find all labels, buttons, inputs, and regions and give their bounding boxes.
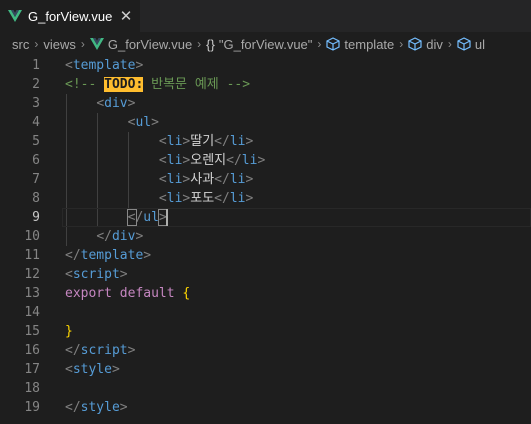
code-text: <style> bbox=[65, 362, 120, 377]
code-text: export default { bbox=[65, 286, 191, 301]
code-line: 16 </script> bbox=[0, 341, 531, 360]
code-line: 17 <style> bbox=[0, 360, 531, 379]
code-text: <!-- TODO: 반복문 예제 --> bbox=[65, 77, 251, 92]
line-number: 7 bbox=[32, 172, 40, 187]
tab-bar: G_forView.vue ✕ bbox=[0, 0, 531, 32]
line-number: 9 bbox=[32, 210, 40, 225]
line-number: 18 bbox=[24, 381, 40, 396]
chevron-right-icon: › bbox=[197, 37, 202, 51]
breadcrumb: src › views › G_forView.vue › {} "G_forV… bbox=[0, 32, 531, 56]
code-line: 14 bbox=[0, 303, 531, 322]
code-text: <script> bbox=[65, 267, 128, 282]
chevron-right-icon: › bbox=[317, 37, 322, 51]
code-line: 15 } bbox=[0, 322, 531, 341]
cube-icon bbox=[326, 37, 341, 51]
braces-icon: {} bbox=[206, 36, 215, 52]
code-line-current: 9 </ul> bbox=[0, 208, 531, 227]
close-icon[interactable]: ✕ bbox=[117, 7, 135, 25]
breadcrumb-template[interactable]: template bbox=[326, 37, 394, 52]
code-line: 1 <template> bbox=[0, 56, 531, 75]
chevron-right-icon: › bbox=[399, 37, 404, 51]
code-line: 5 <li>딸기</li> bbox=[0, 132, 531, 151]
code-text: </template> bbox=[65, 248, 152, 263]
chevron-right-icon: › bbox=[80, 37, 85, 51]
code-editor[interactable]: 1 <template> 2 <!-- TODO: 반복문 예제 --> 3 <… bbox=[0, 56, 531, 424]
line-number: 1 bbox=[32, 58, 40, 73]
code-text: <div> bbox=[96, 96, 136, 111]
breadcrumb-div[interactable]: div bbox=[408, 37, 443, 52]
chevron-right-icon: › bbox=[34, 37, 39, 51]
breadcrumb-views[interactable]: views bbox=[43, 37, 76, 52]
code-text: </ul> bbox=[127, 210, 167, 225]
code-text: <li>포도</li> bbox=[158, 191, 254, 206]
breadcrumb-module[interactable]: {} "G_forView.vue" bbox=[206, 37, 312, 52]
breadcrumb-file[interactable]: G_forView.vue bbox=[89, 36, 193, 52]
code-line: 13 export default { bbox=[0, 284, 531, 303]
line-number: 5 bbox=[32, 134, 40, 149]
text-cursor bbox=[166, 209, 168, 226]
line-number: 8 bbox=[32, 191, 40, 206]
code-text: <li>오렌지</li> bbox=[158, 153, 266, 168]
line-number: 3 bbox=[32, 96, 40, 111]
line-number: 11 bbox=[24, 248, 40, 263]
code-line: 6 <li>오렌지</li> bbox=[0, 151, 531, 170]
breadcrumb-module-label: "G_forView.vue" bbox=[218, 36, 313, 52]
line-number: 12 bbox=[24, 267, 40, 282]
cube-icon bbox=[408, 37, 422, 51]
line-number: 2 bbox=[32, 77, 40, 92]
code-line: 11 </template> bbox=[0, 246, 531, 265]
code-text: <ul> bbox=[127, 115, 159, 130]
code-text: </div> bbox=[96, 229, 144, 244]
code-line: 19 </style> bbox=[0, 398, 531, 417]
breadcrumb-file-label: G_forView.vue bbox=[107, 36, 193, 52]
code-text: <template> bbox=[65, 58, 144, 73]
code-line: 7 <li>사과</li> bbox=[0, 170, 531, 189]
vue-icon bbox=[89, 38, 104, 50]
breadcrumb-ul[interactable]: ul bbox=[457, 37, 485, 52]
code-line: 10 </div> bbox=[0, 227, 531, 246]
code-text: </style> bbox=[65, 400, 128, 415]
breadcrumb-src[interactable]: src bbox=[12, 37, 29, 52]
code-text: </script> bbox=[65, 343, 136, 358]
code-line: 2 <!-- TODO: 반복문 예제 --> bbox=[0, 75, 531, 94]
line-number: 16 bbox=[24, 343, 40, 358]
line-number: 14 bbox=[24, 305, 40, 320]
line-number: 13 bbox=[24, 286, 40, 301]
breadcrumb-div-label: div bbox=[426, 36, 443, 52]
cube-icon bbox=[457, 37, 471, 51]
code-line: 4 <ul> bbox=[0, 113, 531, 132]
line-number: 6 bbox=[32, 153, 40, 168]
line-number: 19 bbox=[24, 400, 40, 415]
code-line: 8 <li>포도</li> bbox=[0, 189, 531, 208]
vue-icon bbox=[8, 10, 22, 22]
editor-tab[interactable]: G_forView.vue ✕ bbox=[0, 0, 140, 32]
line-number: 10 bbox=[24, 229, 40, 244]
code-line: 3 <div> bbox=[0, 94, 531, 113]
line-number: 4 bbox=[32, 115, 40, 130]
tab-filename: G_forView.vue bbox=[28, 8, 113, 24]
code-text: <li>딸기</li> bbox=[158, 134, 254, 149]
todo-highlight: TODO: bbox=[104, 77, 144, 92]
code-text: } bbox=[65, 324, 73, 339]
line-number: 17 bbox=[24, 362, 40, 377]
code-line: 18 bbox=[0, 379, 531, 398]
breadcrumb-ul-label: ul bbox=[474, 36, 486, 52]
bracket-match-open bbox=[127, 209, 137, 226]
breadcrumb-template-label: template bbox=[344, 36, 395, 52]
code-line: 12 <script> bbox=[0, 265, 531, 284]
line-number: 15 bbox=[24, 324, 40, 339]
chevron-right-icon: › bbox=[447, 37, 452, 51]
code-text: <li>사과</li> bbox=[158, 172, 254, 187]
